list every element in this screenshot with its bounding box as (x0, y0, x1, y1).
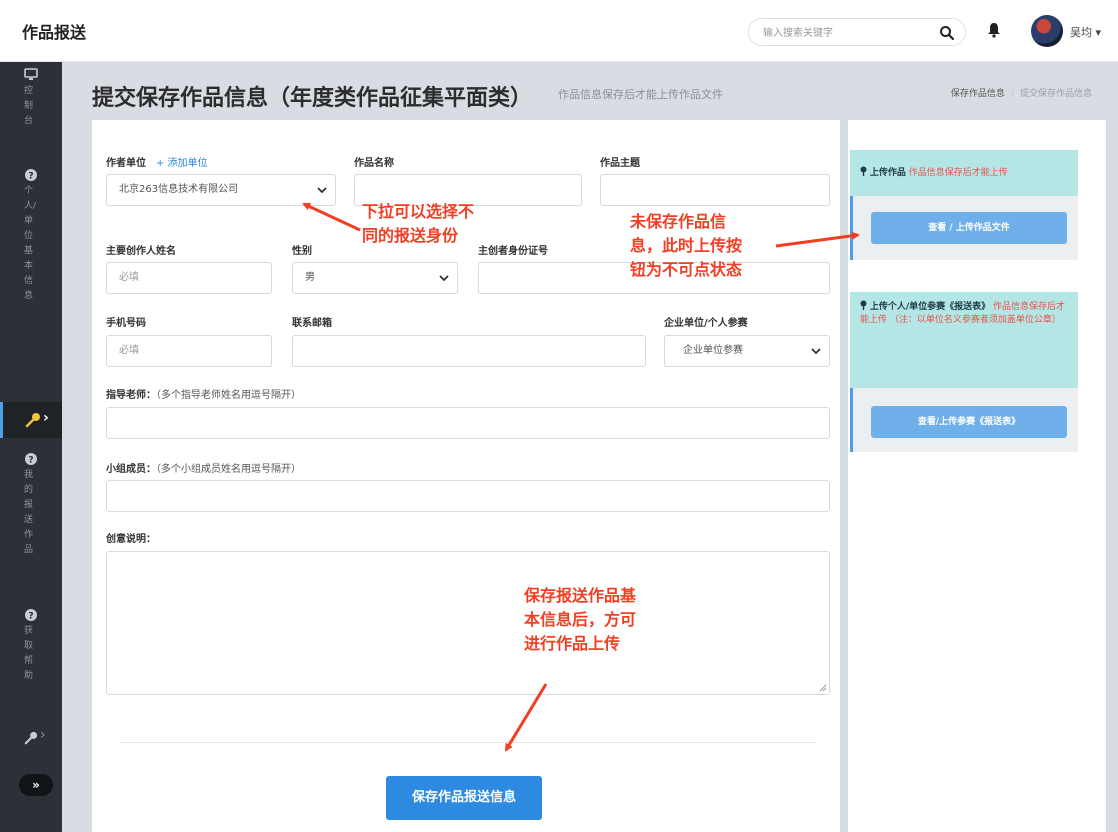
upload-work-well: 查看 / 上传作品文件 (850, 196, 1078, 260)
upload-form-info: 上传个人/单位参赛《报送表》 作品信息保存后才能上传 （注：以单位名义参赛者须加… (850, 292, 1078, 388)
author-unit-value: 北京263信息技术有限公司 (119, 184, 239, 195)
work-theme-label: 作品主题 (600, 158, 640, 169)
teacher-label: 指导老师：（多个指导老师姓名用逗号隔开） (106, 386, 301, 401)
gender-value: 男 (305, 272, 315, 283)
pin-icon (860, 166, 867, 176)
annotation-line: 同的报送身份 (362, 226, 459, 245)
help-circle-icon: ? (25, 169, 37, 182)
phone-label: 手机号码 (106, 318, 146, 329)
id-number-label: 主创者身份证号 (478, 246, 548, 257)
entry-type-select[interactable]: 企业单位参赛 (664, 335, 830, 367)
avatar[interactable] (1031, 15, 1063, 47)
gender-select[interactable]: 男 (292, 262, 458, 294)
sidebar-item-label: 获取帮助 (24, 626, 34, 681)
work-name-label: 作品名称 (354, 158, 394, 169)
teacher-label-text: 指导老师： (106, 390, 156, 401)
sidebar-item-label: 个人/单位基本信息 (24, 186, 37, 301)
upload-form-note2: （注：以单位名义参赛者须加盖单位公章） (889, 315, 1061, 325)
sidebar-item-profile[interactable]: ? 个人/单位基本信息 (0, 168, 62, 304)
annotation-line: 下拉可以选择不 (362, 202, 475, 221)
upload-work-button[interactable]: 查看 / 上传作品文件 (871, 212, 1067, 244)
add-unit-link[interactable]: + 添加单位 (156, 158, 208, 169)
annotation-dropdown-tip: 下拉可以选择不 同的报送身份 (362, 200, 474, 248)
entry-type-value: 企业单位参赛 (683, 345, 743, 356)
chevron-right-icon: › (43, 410, 49, 426)
page-subtitle: 作品信息保存后才能上传作品文件 (558, 88, 723, 101)
work-theme-input[interactable] (600, 174, 830, 206)
upload-form-button[interactable]: 查看/上传参赛《报送表》 (871, 406, 1067, 438)
annotation-line: 未保存作品信 (630, 212, 727, 231)
creative-label: 创意说明： (106, 534, 156, 545)
breadcrumb-current: 提交保存作品信息 (1019, 89, 1092, 99)
sidebar-item-label: 控制台 (24, 86, 34, 126)
upload-form-well: 查看/上传参赛《报送表》 (850, 388, 1078, 452)
members-input[interactable] (106, 480, 830, 512)
upload-work-info: 上传作品 作品信息保存后才能上传 (850, 150, 1078, 196)
bell-icon[interactable] (987, 22, 1001, 38)
key-icon (25, 413, 40, 428)
members-label: 小组成员：（多个小组成员姓名用逗号隔开） (106, 460, 301, 475)
chevron-down-icon (811, 348, 821, 355)
app-brand[interactable]: 作品报送 (22, 19, 86, 43)
annotation-line: 进行作品上传 (524, 634, 621, 653)
top-navbar: 作品报送 吴均 ▾ (0, 0, 1118, 62)
chevron-down-icon (439, 275, 449, 282)
teacher-input[interactable] (106, 407, 830, 439)
sidebar-item-key[interactable]: › (24, 727, 46, 749)
monitor-icon (24, 68, 38, 80)
breadcrumb: 保存作品信息 / 提交保存作品信息 (950, 89, 1092, 99)
breadcrumb-item[interactable]: 保存作品信息 (951, 89, 1005, 99)
upload-work-note: 作品信息保存后才能上传 (908, 168, 1008, 178)
sidebar-item-my-works[interactable]: ? 我的报送作品 (0, 452, 62, 558)
annotation-upload-tip: 未保存作品信 息，此时上传按 钮为不可点状态 (630, 210, 742, 282)
creative-textarea[interactable] (106, 551, 830, 695)
key-icon (24, 731, 38, 745)
author-unit-label-text: 作者单位 (106, 158, 146, 169)
help-circle-icon: ? (25, 453, 37, 466)
sidebar-item-label: 我的报送作品 (24, 470, 34, 555)
search-box (748, 18, 966, 46)
svg-text:?: ? (28, 456, 33, 466)
sidebar-collapse-button[interactable]: » (19, 774, 53, 796)
creator-name-input[interactable]: 必填 (106, 262, 272, 294)
search-input[interactable] (763, 25, 933, 41)
upload-form-title: 上传个人/单位参赛《报送表》 (869, 302, 991, 312)
form-divider (120, 742, 816, 743)
upload-work-title: 上传作品 (869, 168, 906, 178)
author-unit-select[interactable]: 北京263信息技术有限公司 (106, 174, 336, 206)
teacher-hint: （多个指导老师姓名用逗号隔开） (156, 390, 301, 401)
sidebar-item-dashboard[interactable]: 控制台 (0, 68, 62, 129)
svg-text:?: ? (28, 172, 33, 182)
sidebar: 控制台 ? 个人/单位基本信息 › ? 我的报送作品 ? 获取帮助 › » (0, 62, 62, 832)
resize-grip-icon[interactable] (819, 684, 827, 692)
chevron-down-icon (317, 187, 327, 194)
email-label: 联系邮箱 (292, 318, 332, 329)
phone-placeholder: 必填 (119, 345, 139, 356)
sidebar-item-help[interactable]: ? 获取帮助 (0, 608, 62, 684)
entry-type-label: 企业单位/个人参赛 (664, 318, 748, 329)
chevron-right-icon: › (40, 727, 46, 743)
user-menu[interactable]: 吴均 ▾ (1070, 24, 1101, 40)
annotation-save-tip: 保存报送作品基 本信息后，方可 进行作品上传 (524, 584, 636, 656)
members-label-text: 小组成员： (106, 464, 156, 475)
page-title: 提交保存作品信息（年度类作品征集平面类） (92, 86, 533, 111)
annotation-line: 保存报送作品基 (524, 586, 637, 605)
gender-label: 性别 (292, 246, 312, 257)
save-submission-button[interactable]: 保存作品报送信息 (386, 776, 542, 820)
annotation-line: 本信息后，方可 (524, 610, 637, 629)
svg-text:?: ? (28, 612, 33, 622)
sidebar-item-active[interactable]: › (0, 402, 62, 438)
annotation-line: 钮为不可点状态 (630, 260, 743, 279)
creator-name-label: 主要创作人姓名 (106, 246, 176, 257)
author-unit-label: 作者单位 + 添加单位 (106, 154, 208, 169)
pin-icon (860, 300, 867, 310)
phone-input[interactable]: 必填 (106, 335, 272, 367)
annotation-line: 息，此时上传按 (630, 236, 743, 255)
email-input[interactable] (292, 335, 646, 367)
help-circle-icon: ? (25, 609, 37, 622)
members-hint: （多个小组成员姓名用逗号隔开） (156, 464, 301, 475)
search-icon[interactable] (939, 25, 955, 41)
creator-name-placeholder: 必填 (119, 272, 139, 283)
